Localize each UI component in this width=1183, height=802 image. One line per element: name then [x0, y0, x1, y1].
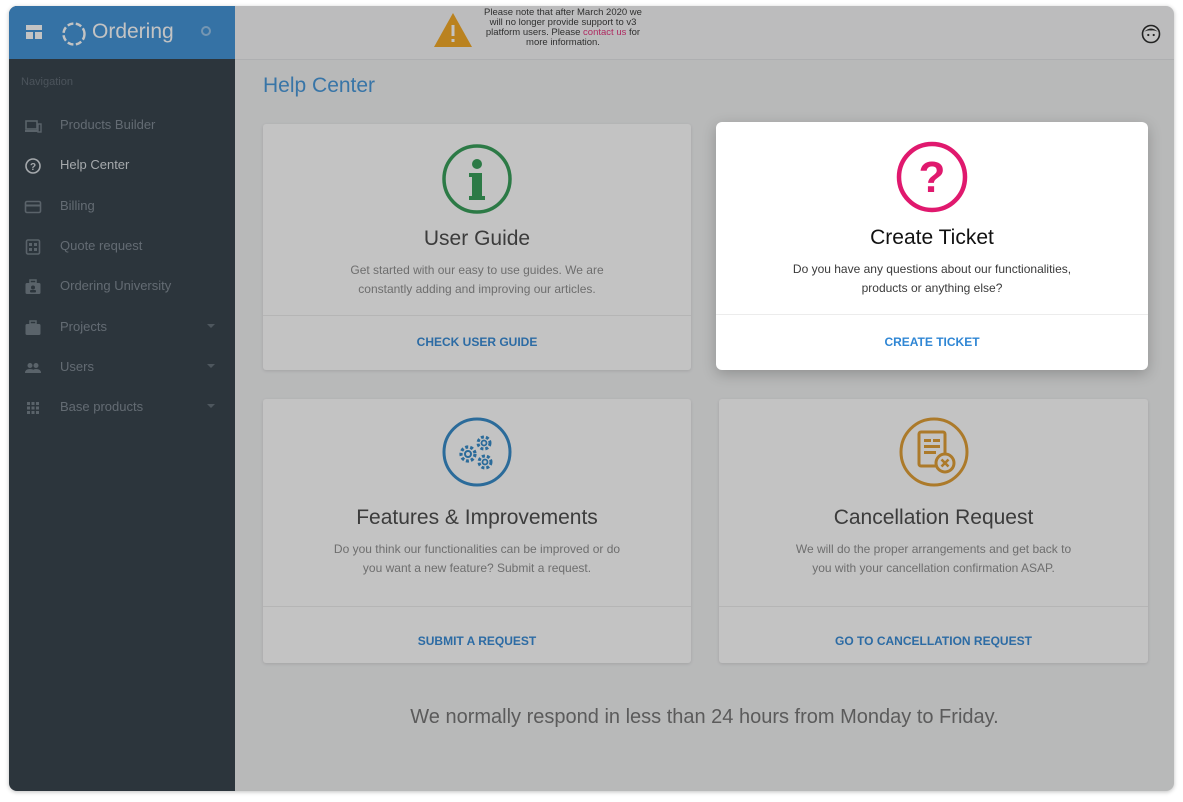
gears-icon: [442, 417, 512, 487]
sidebar-item-label: Projects: [60, 319, 107, 334]
calculator-icon: [25, 239, 41, 255]
sidebar-item-label: Help Center: [60, 157, 130, 172]
sidebar-item-ordering-university[interactable]: Ordering University: [9, 267, 235, 307]
warning-icon: [434, 13, 472, 47]
support-notice: Please note that after March 2020 we wil…: [483, 8, 643, 48]
info-icon: [442, 144, 512, 214]
submit-request-button[interactable]: SUBMIT A REQUEST: [263, 634, 691, 648]
card-title: Features & Improvements: [356, 506, 598, 529]
nav-heading: Navigation: [21, 76, 73, 88]
pin-toggle-icon[interactable]: [201, 26, 211, 36]
create-ticket-card: ? Create Ticket Do you have any question…: [716, 122, 1148, 370]
ordering-logo-icon: [62, 22, 86, 46]
avatar[interactable]: [1141, 24, 1161, 44]
sidebar-item-help-center[interactable]: ? Help Center: [9, 146, 235, 186]
sidebar-item-label: Base products: [60, 399, 144, 414]
top-bar: Please note that after March 2020 we wil…: [235, 6, 1174, 60]
sidebar-item-label: Ordering University: [60, 278, 172, 293]
credit-card-icon: [24, 200, 42, 214]
svg-text:?: ?: [919, 153, 946, 202]
chevron-down-icon: [207, 364, 215, 368]
sidebar-brand: Ordering: [9, 6, 235, 59]
chevron-down-icon: [207, 324, 215, 328]
sidebar-item-users[interactable]: Users: [9, 348, 235, 388]
card-divider: [716, 314, 1148, 315]
card-divider: [263, 315, 691, 316]
chevron-down-icon: [207, 404, 215, 408]
user-guide-card: User Guide Get started with our easy to …: [263, 124, 691, 370]
card-title: Cancellation Request: [833, 506, 1034, 529]
help-circle-icon: ?: [25, 158, 41, 174]
card-description: We will do the proper arrangements and g…: [795, 542, 1072, 575]
sidebar-item-billing[interactable]: Billing: [9, 187, 235, 227]
sidebar-item-label: Quote request: [60, 238, 143, 253]
document-cancel-icon: [899, 417, 968, 487]
question-icon: ?: [896, 141, 968, 213]
briefcase-icon: [25, 320, 41, 335]
sidebar-item-quote-request[interactable]: Quote request: [9, 227, 235, 267]
sidebar-item-label: Users: [60, 359, 94, 374]
svg-text:?: ?: [30, 162, 36, 173]
sidebar-item-products-builder[interactable]: Products Builder: [9, 106, 235, 146]
briefcase-person-icon: [25, 279, 41, 294]
card-description: Do you think our functionalities can be …: [333, 542, 621, 575]
cancellation-card: Cancellation Request We will do the prop…: [719, 399, 1148, 663]
dashboard-icon[interactable]: [26, 25, 42, 39]
sidebar-item-base-products[interactable]: Base products: [9, 388, 235, 428]
card-description: Do you have any questions about our func…: [792, 262, 1072, 295]
page-title: Help Center: [263, 74, 376, 97]
card-divider: [263, 606, 691, 607]
check-user-guide-button[interactable]: CHECK USER GUIDE: [263, 335, 691, 349]
card-title: Create Ticket: [870, 226, 994, 249]
grid-icon: [27, 402, 39, 414]
create-ticket-button[interactable]: CREATE TICKET: [716, 335, 1148, 349]
cancellation-request-button[interactable]: GO TO CANCELLATION REQUEST: [719, 634, 1148, 648]
sidebar-item-label: Products Builder: [60, 117, 156, 132]
people-icon: [25, 363, 41, 373]
brand-name: Ordering: [92, 20, 174, 43]
card-description: Get started with our easy to use guides.…: [350, 263, 604, 296]
sidebar-item-label: Billing: [60, 198, 95, 213]
sidebar: Ordering Navigation Products Builder ? H…: [9, 6, 235, 791]
card-divider: [719, 606, 1148, 607]
sidebar-item-projects[interactable]: Projects: [9, 308, 235, 348]
response-time-note: We normally respond in less than 24 hour…: [410, 706, 999, 728]
app-window: Ordering Navigation Products Builder ? H…: [9, 6, 1174, 791]
card-title: User Guide: [423, 227, 531, 250]
laptop-icon: [25, 120, 42, 133]
features-card: Features & Improvements Do you think our…: [263, 399, 691, 663]
